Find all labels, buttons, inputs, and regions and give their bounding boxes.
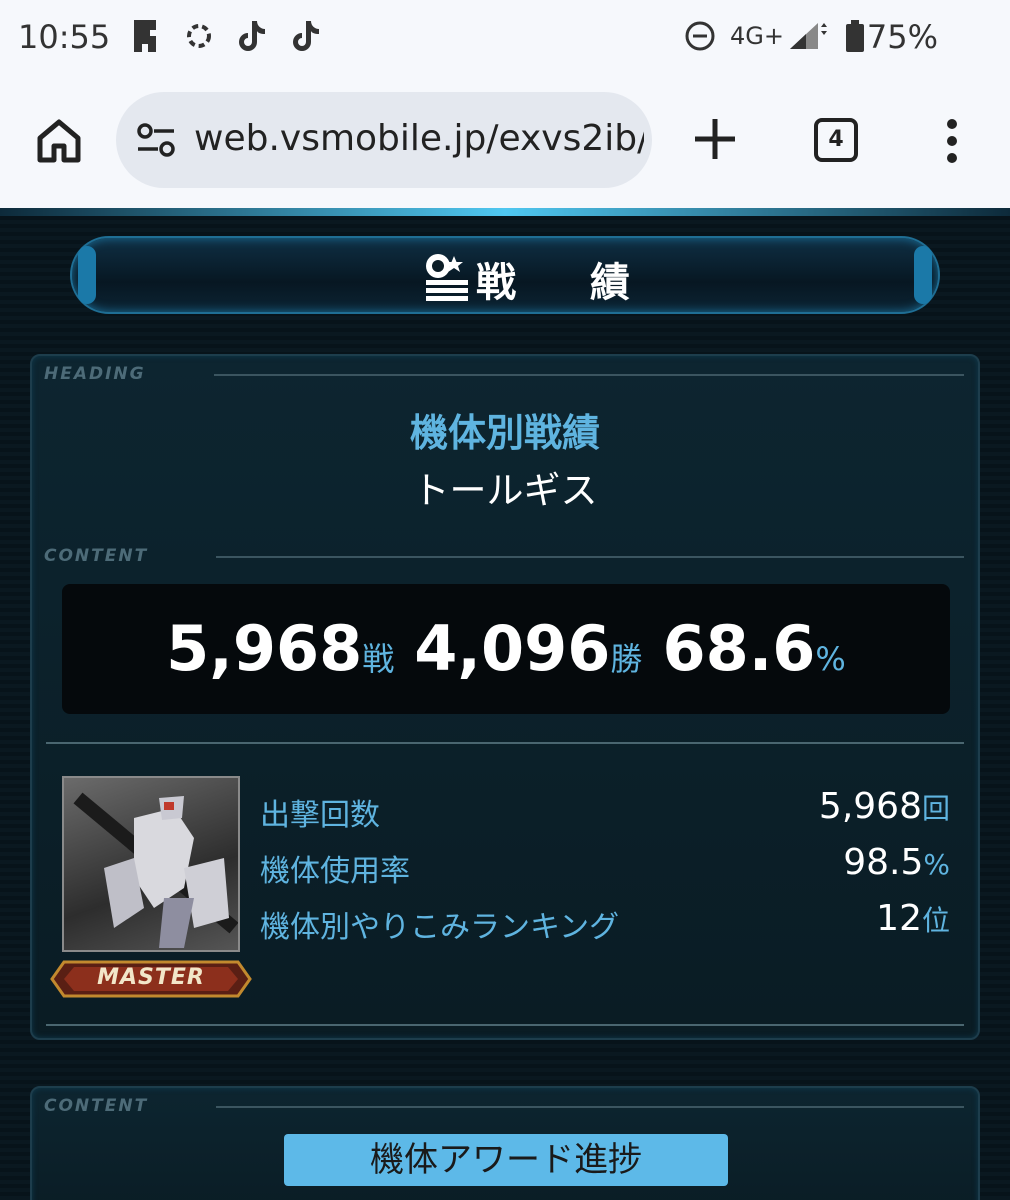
heading-tag: HEADING [44, 364, 146, 384]
content-tag: CONTENT [44, 1096, 149, 1116]
battles-count: 5,968 [166, 612, 363, 685]
battles-unit: 戦 [362, 640, 395, 678]
award-panel: CONTENT 機体アワード進捗 [30, 1086, 980, 1200]
home-icon[interactable] [34, 116, 84, 166]
tab-switcher-button[interactable]: 4 [814, 118, 858, 162]
master-badge-label: MASTER [97, 965, 205, 990]
win-rate-unit: % [815, 640, 846, 678]
content-tag: CONTENT [44, 546, 149, 566]
unit-record-panel: HEADING 機体別戦績 トールギス CONTENT 5,968戦 4,096勝… [30, 354, 980, 1040]
wins-unit: 勝 [610, 640, 643, 678]
win-rate: 68.6 [662, 612, 816, 685]
battery-icon [840, 16, 870, 56]
wins-count: 4,096 [414, 612, 611, 685]
top-glow [0, 208, 1010, 216]
stat-label: 機体使用率 [260, 854, 410, 889]
address-bar[interactable]: web.vsmobile.jp/exvs2ib/ [116, 92, 652, 188]
tiktok-icon [234, 16, 270, 56]
battery-percent: 75% [866, 18, 938, 56]
url-text[interactable]: web.vsmobile.jp/exvs2ib/ [194, 118, 644, 159]
more-menu-icon[interactable] [944, 118, 960, 164]
puzzle-app-icon [128, 16, 164, 56]
content-tag-row: CONTENT [44, 1096, 964, 1116]
page-title: 戦 績 [476, 260, 660, 306]
content-tag-row: CONTENT [44, 546, 964, 566]
unit-name: トールギス [412, 469, 598, 512]
master-badge: MASTER [50, 960, 252, 998]
record-icon [424, 250, 470, 302]
stat-value: 12位 [876, 898, 950, 939]
status-time: 10:55 [18, 18, 111, 56]
title-banner: 戦 績 [70, 236, 940, 314]
stat-value: 98.5% [843, 842, 950, 883]
signal-icon [786, 16, 830, 56]
stat-label: 出撃回数 [260, 798, 380, 833]
stat-row-ranking: 機体別やりこみランキング 12位 [260, 898, 950, 945]
award-progress-button[interactable]: 機体アワード進捗 [284, 1134, 728, 1186]
divider [46, 742, 964, 744]
stat-row-sorties: 出撃回数 5,968回 [260, 786, 950, 833]
summary-line: 5,968戦 4,096勝 68.6% [62, 612, 950, 685]
status-bar: 10:55 4G+ 75% [0, 0, 1010, 78]
do-not-disturb-icon [682, 16, 718, 56]
stat-label: 機体別やりこみランキング [260, 910, 620, 945]
site-settings-icon[interactable] [136, 122, 176, 158]
heading-tag-line [214, 374, 964, 376]
stat-value: 5,968回 [818, 786, 950, 827]
content-tag-line [216, 1106, 964, 1108]
content-tag-line [216, 556, 964, 558]
stat-row-usage-rate: 機体使用率 98.5% [260, 842, 950, 889]
browser-toolbar: web.vsmobile.jp/exvs2ib/ 4 [0, 78, 1010, 208]
heading-tag-row: HEADING [44, 364, 964, 384]
summary-box: 5,968戦 4,096勝 68.6% [62, 584, 950, 714]
divider [46, 1024, 964, 1026]
page-content: 戦 績 HEADING 機体別戦績 トールギス CONTENT 5,968戦 4,… [0, 208, 1010, 1200]
network-type: 4G+ [730, 22, 784, 50]
new-tab-icon[interactable] [692, 116, 738, 162]
tiktok-icon [288, 16, 324, 56]
unit-image [62, 776, 240, 952]
section-heading: 機体別戦績 [409, 411, 600, 455]
sync-icon [182, 16, 216, 56]
